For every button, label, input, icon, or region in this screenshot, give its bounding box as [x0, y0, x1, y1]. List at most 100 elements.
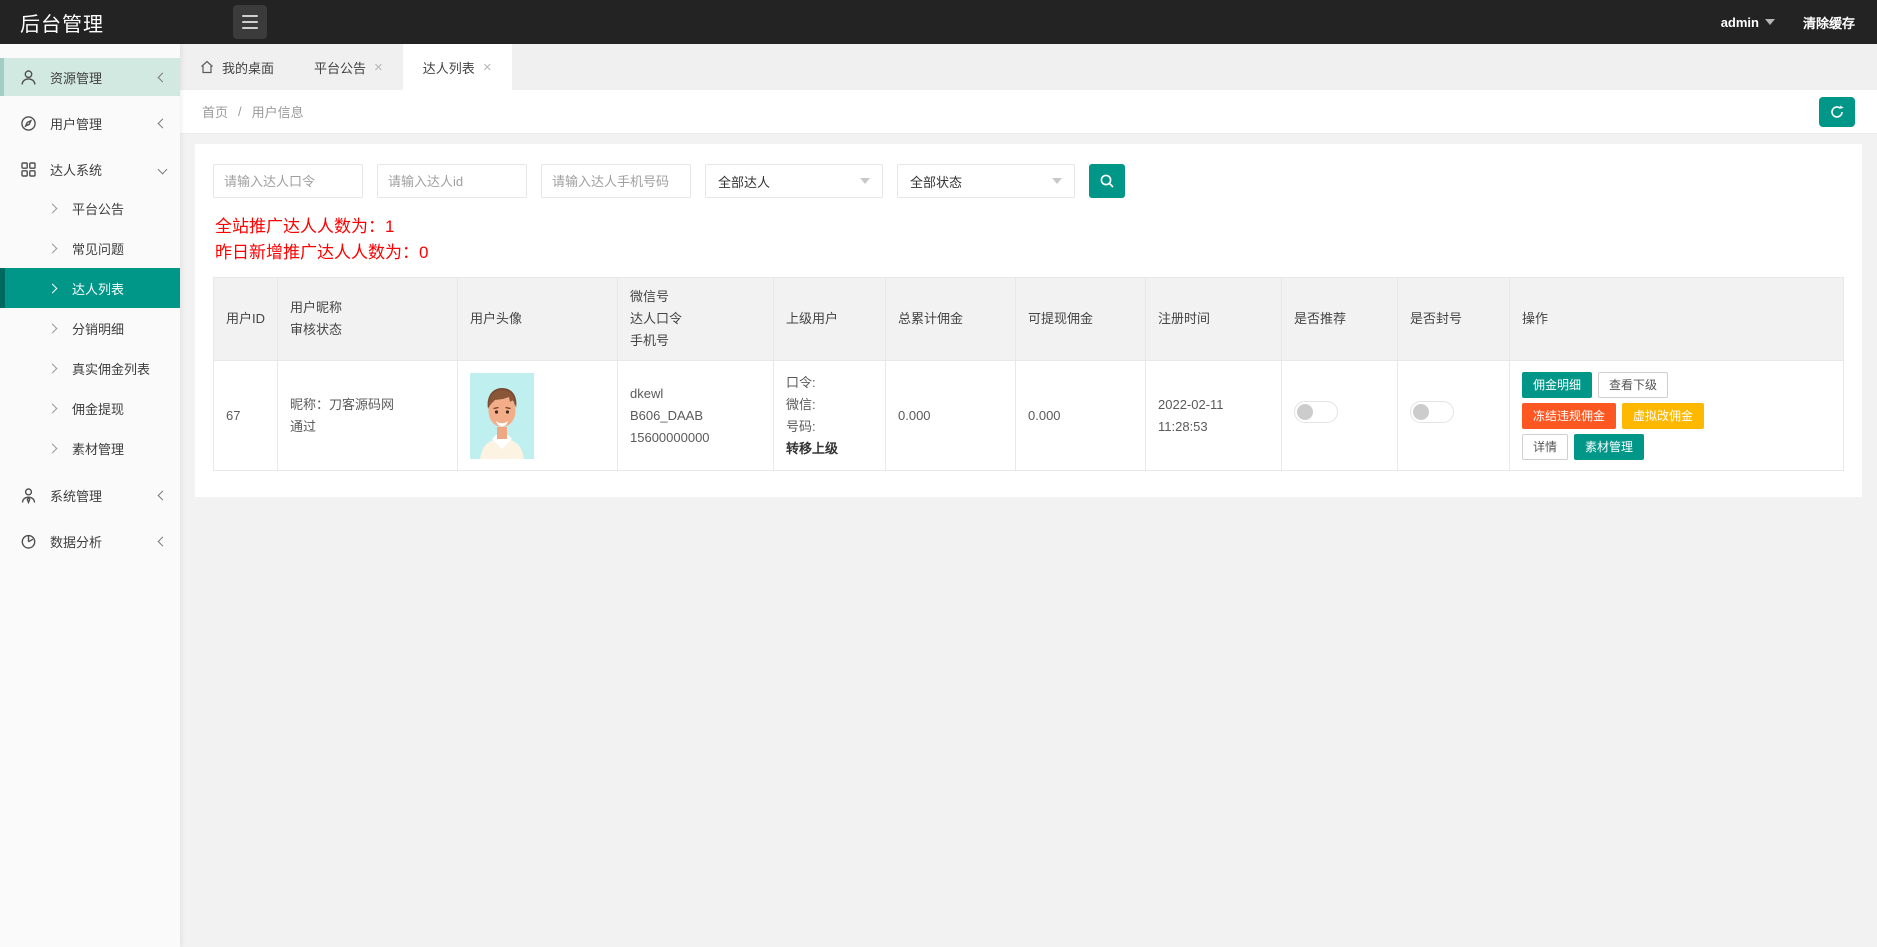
sidebar-subitem-faq[interactable]: 常见问题 — [0, 228, 180, 268]
cell-wechat-code-phone: dkewl B606_DAAB 15600000000 — [618, 361, 774, 471]
transfer-parent-link[interactable]: 转移上级 — [786, 438, 873, 460]
audit-status: 通过 — [290, 416, 445, 438]
register-clock: 11:28:53 — [1158, 416, 1269, 438]
sidebar-item-label: 资源管理 — [50, 68, 159, 87]
cell-nickname-status: 昵称：刀客源码网 通过 — [278, 361, 458, 471]
cell-avatar — [458, 361, 618, 471]
ban-toggle[interactable] — [1410, 401, 1454, 423]
sidebar-subitem-talent-list[interactable]: 达人列表 — [0, 268, 180, 308]
chevron-right-icon — [48, 443, 58, 453]
sidebar-subitem-material-manage[interactable]: 素材管理 — [0, 428, 180, 468]
col-user-id: 用户ID — [214, 278, 278, 361]
freeze-commission-button[interactable]: 冻结违规佣金 — [1522, 403, 1616, 429]
user-name: admin — [1721, 15, 1759, 30]
sidebar-subitem-platform-announcement[interactable]: 平台公告 — [0, 188, 180, 228]
cell-is-recommended — [1282, 361, 1398, 471]
cell-user-id: 67 — [214, 361, 278, 471]
view-subordinates-button[interactable]: 查看下级 — [1598, 372, 1668, 398]
tab-bar: 我的桌面 平台公告 × 达人列表 × — [180, 44, 1877, 90]
sidebar-subitem-distribution-detail[interactable]: 分销明细 — [0, 308, 180, 348]
close-icon[interactable]: × — [374, 60, 383, 75]
chevron-down-icon — [158, 164, 168, 174]
detail-button[interactable]: 详情 — [1522, 434, 1568, 460]
sidebar-subitem-label: 达人列表 — [72, 279, 124, 298]
talent-code-input[interactable] — [213, 164, 363, 198]
sidebar-item-label: 系统管理 — [50, 486, 159, 505]
user-menu[interactable]: admin — [1721, 15, 1775, 30]
wechat-id: dkewl — [630, 383, 761, 405]
breadcrumb-home[interactable]: 首页 — [202, 102, 228, 121]
tab-label: 平台公告 — [314, 58, 366, 77]
sidebar: 资源管理 用户管理 达人系统 平台公告 常见问题 达人列表 分销明细 真实佣金列… — [0, 44, 180, 947]
clear-cache-button[interactable]: 清除缓存 — [1803, 13, 1855, 32]
commission-detail-button[interactable]: 佣金明细 — [1522, 372, 1592, 398]
grid-icon — [20, 161, 37, 178]
col-nickname-status: 用户昵称审核状态 — [278, 278, 458, 361]
col-register-time: 注册时间 — [1146, 278, 1282, 361]
talent-id-input[interactable] — [377, 164, 527, 198]
table-header-row: 用户ID 用户昵称审核状态 用户头像 微信号达人口令手机号 上级用户 总累计佣金… — [214, 278, 1844, 361]
stat-new-promoters: 昨日新增推广达人人数为：0 — [215, 240, 1842, 266]
talent-code: B606_DAAB — [630, 405, 761, 427]
sidebar-item-system[interactable]: 系统管理 — [0, 476, 180, 514]
sidebar-subitem-commission-withdraw[interactable]: 佣金提现 — [0, 388, 180, 428]
parent-code-label: 口令: — [786, 372, 873, 394]
tab-talent-list[interactable]: 达人列表 × — [403, 44, 512, 90]
avatar[interactable] — [470, 373, 534, 459]
parent-number-label: 号码: — [786, 416, 873, 438]
material-manage-button[interactable]: 素材管理 — [1574, 434, 1644, 460]
talent-phone-input[interactable] — [541, 164, 691, 198]
sidebar-subitem-label: 素材管理 — [72, 439, 124, 458]
col-is-recommended: 是否推荐 — [1282, 278, 1398, 361]
chevron-right-icon — [48, 363, 58, 373]
chevron-down-icon — [1052, 178, 1062, 184]
chevron-right-icon — [48, 203, 58, 213]
chevron-left-icon — [158, 490, 168, 500]
sidebar-item-label: 用户管理 — [50, 114, 159, 133]
compass-icon — [20, 115, 37, 132]
cell-total-commission: 0.000 — [886, 361, 1016, 471]
col-total-commission: 总累计佣金 — [886, 278, 1016, 361]
cell-withdrawable-commission: 0.000 — [1016, 361, 1146, 471]
sidebar-item-label: 数据分析 — [50, 532, 159, 551]
virtual-commission-button[interactable]: 虚拟改佣金 — [1622, 403, 1704, 429]
search-icon — [1099, 173, 1115, 189]
col-wechat-code-phone: 微信号达人口令手机号 — [618, 278, 774, 361]
chevron-down-icon — [860, 178, 870, 184]
talent-table: 用户ID 用户昵称审核状态 用户头像 微信号达人口令手机号 上级用户 总累计佣金… — [213, 277, 1844, 471]
chevron-left-icon — [158, 72, 168, 82]
sidebar-subitem-label: 分销明细 — [72, 319, 124, 338]
stat-total-promoters: 全站推广达人人数为：1 — [215, 214, 1842, 240]
sidebar-item-resources[interactable]: 资源管理 — [0, 58, 180, 96]
content-panel: 全部达人 全部状态 全站推广达人人数为：1 昨日新增推广达人人数为：0 — [195, 144, 1862, 497]
sidebar-item-talent-system[interactable]: 达人系统 — [0, 150, 180, 188]
chevron-right-icon — [48, 283, 58, 293]
close-icon[interactable]: × — [483, 60, 492, 75]
refresh-icon — [1829, 104, 1845, 120]
cell-register-time: 2022-02-11 11:28:53 — [1146, 361, 1282, 471]
col-parent-user: 上级用户 — [774, 278, 886, 361]
chevron-left-icon — [158, 536, 168, 546]
app-title: 后台管理 — [0, 8, 213, 37]
sidebar-item-data-analysis[interactable]: 数据分析 — [0, 522, 180, 560]
parent-wechat-label: 微信: — [786, 394, 873, 416]
tab-platform-announcement[interactable]: 平台公告 × — [294, 44, 403, 90]
pie-chart-icon — [20, 533, 37, 550]
phone-number: 15600000000 — [630, 427, 761, 449]
sidebar-subitem-real-commission-list[interactable]: 真实佣金列表 — [0, 348, 180, 388]
sidebar-item-users[interactable]: 用户管理 — [0, 104, 180, 142]
recommend-toggle[interactable] — [1294, 401, 1338, 423]
tab-label: 达人列表 — [423, 58, 475, 77]
status-select[interactable]: 全部状态 — [897, 164, 1075, 198]
hamburger-menu-icon[interactable] — [233, 5, 267, 39]
chevron-right-icon — [48, 243, 58, 253]
main-area: 我的桌面 平台公告 × 达人列表 × 首页 / 用户信息 — [180, 44, 1877, 947]
search-button[interactable] — [1089, 164, 1125, 198]
topbar: 后台管理 admin 清除缓存 — [0, 0, 1877, 44]
promotion-stats: 全站推广达人人数为：1 昨日新增推广达人人数为：0 — [215, 214, 1842, 265]
tab-my-desktop[interactable]: 我的桌面 — [180, 44, 294, 90]
refresh-button[interactable] — [1819, 97, 1855, 127]
breadcrumb: 首页 / 用户信息 — [202, 102, 304, 121]
breadcrumb-bar: 首页 / 用户信息 — [180, 90, 1877, 134]
talent-type-select[interactable]: 全部达人 — [705, 164, 883, 198]
